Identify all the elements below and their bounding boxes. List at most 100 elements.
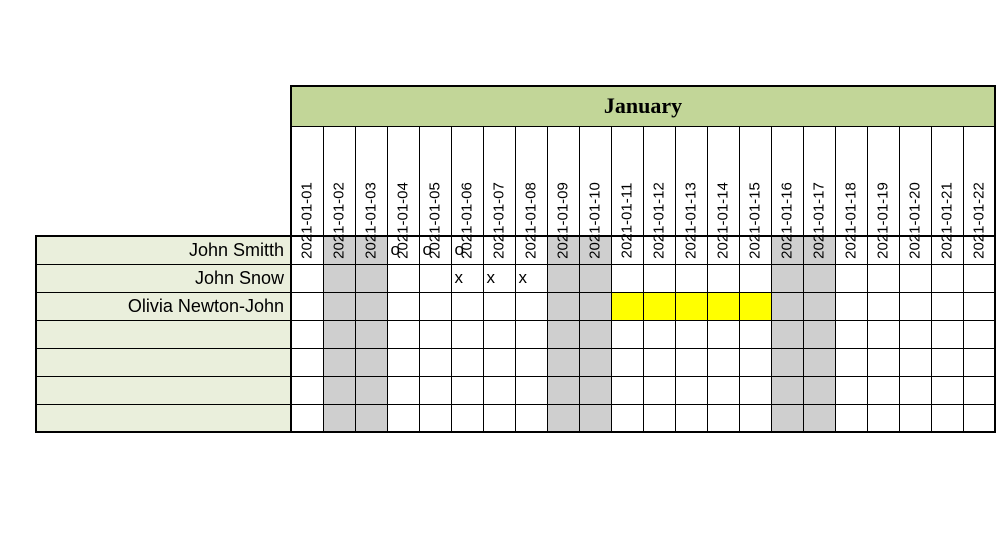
date-header-cell: 2021-01-10 xyxy=(579,126,611,236)
day-cell xyxy=(451,292,483,320)
day-cell xyxy=(579,376,611,404)
date-header-row: 2021-01-012021-01-022021-01-032021-01-04… xyxy=(36,126,995,236)
date-header-cell: 2021-01-06 xyxy=(451,126,483,236)
day-cell xyxy=(803,348,835,376)
corner-blank xyxy=(36,86,291,126)
date-label: 2021-01-03 xyxy=(363,182,380,259)
day-cell xyxy=(387,264,419,292)
day-cell xyxy=(771,292,803,320)
day-cell xyxy=(643,264,675,292)
day-cell xyxy=(515,348,547,376)
name-cell: Olivia Newton-John xyxy=(36,292,291,320)
date-header-cell: 2021-01-20 xyxy=(899,126,931,236)
day-cell: x xyxy=(483,264,515,292)
day-cell xyxy=(451,348,483,376)
day-cell xyxy=(771,404,803,432)
day-cell xyxy=(291,292,323,320)
day-cell xyxy=(291,320,323,348)
date-label: 2021-01-10 xyxy=(587,182,604,259)
day-cell xyxy=(323,264,355,292)
day-cell xyxy=(643,320,675,348)
day-cell xyxy=(931,376,963,404)
date-label: 2021-01-19 xyxy=(875,182,892,259)
day-cell xyxy=(291,404,323,432)
day-cell xyxy=(963,348,995,376)
day-cell xyxy=(323,404,355,432)
table-row xyxy=(36,348,995,376)
month-header: January xyxy=(291,86,995,126)
day-cell xyxy=(675,292,707,320)
day-cell xyxy=(675,404,707,432)
day-cell: x xyxy=(515,264,547,292)
day-cell xyxy=(515,292,547,320)
day-cell xyxy=(483,348,515,376)
day-cell xyxy=(355,376,387,404)
day-cell xyxy=(355,348,387,376)
day-cell xyxy=(291,376,323,404)
day-cell xyxy=(611,376,643,404)
day-cell xyxy=(931,264,963,292)
day-cell xyxy=(675,348,707,376)
date-header-cell: 2021-01-04 xyxy=(387,126,419,236)
table-row xyxy=(36,404,995,432)
day-cell xyxy=(419,404,451,432)
day-cell xyxy=(739,264,771,292)
date-header-cell: 2021-01-13 xyxy=(675,126,707,236)
day-cell xyxy=(323,348,355,376)
day-cell xyxy=(547,348,579,376)
day-cell xyxy=(835,320,867,348)
day-cell xyxy=(547,320,579,348)
date-header-cell: 2021-01-16 xyxy=(771,126,803,236)
day-cell xyxy=(867,264,899,292)
day-cell xyxy=(707,292,739,320)
day-cell xyxy=(867,292,899,320)
date-label: 2021-01-16 xyxy=(779,182,796,259)
name-cell xyxy=(36,376,291,404)
corner-blank xyxy=(36,126,291,236)
day-cell xyxy=(387,376,419,404)
day-cell xyxy=(611,264,643,292)
date-label: 2021-01-12 xyxy=(651,182,668,259)
day-cell xyxy=(515,376,547,404)
day-cell xyxy=(771,376,803,404)
date-label: 2021-01-01 xyxy=(299,182,316,259)
day-cell xyxy=(739,320,771,348)
day-cell xyxy=(803,320,835,348)
day-cell xyxy=(483,376,515,404)
day-cell xyxy=(899,376,931,404)
date-header-cell: 2021-01-22 xyxy=(963,126,995,236)
schedule-table: January 2021-01-012021-01-022021-01-0320… xyxy=(35,85,996,433)
day-cell xyxy=(579,320,611,348)
day-cell xyxy=(611,348,643,376)
date-label: 2021-01-07 xyxy=(491,182,508,259)
day-cell xyxy=(835,292,867,320)
day-cell xyxy=(707,348,739,376)
date-label: 2021-01-18 xyxy=(843,182,860,259)
day-cell xyxy=(547,404,579,432)
day-cell xyxy=(867,320,899,348)
day-cell xyxy=(931,320,963,348)
day-cell xyxy=(547,264,579,292)
date-label: 2021-01-04 xyxy=(395,182,412,259)
day-cell xyxy=(899,348,931,376)
date-header-cell: 2021-01-02 xyxy=(323,126,355,236)
day-cell xyxy=(835,376,867,404)
day-cell xyxy=(291,348,323,376)
day-cell xyxy=(419,264,451,292)
name-cell: John Snow xyxy=(36,264,291,292)
date-label: 2021-01-15 xyxy=(747,182,764,259)
day-cell xyxy=(643,404,675,432)
table-row xyxy=(36,320,995,348)
day-cell xyxy=(355,404,387,432)
date-header-cell: 2021-01-19 xyxy=(867,126,899,236)
day-cell xyxy=(675,320,707,348)
date-header-cell: 2021-01-01 xyxy=(291,126,323,236)
date-label: 2021-01-21 xyxy=(939,182,956,259)
day-cell xyxy=(963,376,995,404)
date-label: 2021-01-11 xyxy=(619,183,636,259)
day-cell xyxy=(931,348,963,376)
day-cell xyxy=(771,320,803,348)
date-label: 2021-01-13 xyxy=(683,182,700,259)
day-cell xyxy=(611,320,643,348)
day-cell xyxy=(739,404,771,432)
